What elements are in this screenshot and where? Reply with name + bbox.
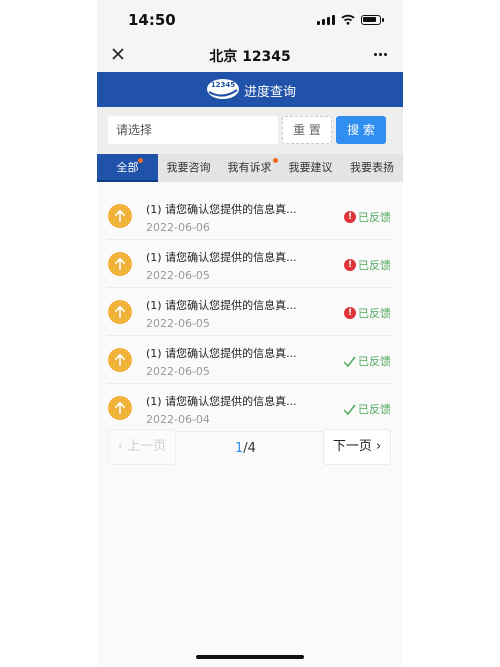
arrow-up-icon xyxy=(108,396,132,420)
notification-dot xyxy=(138,158,143,163)
logo-icon: 12345 xyxy=(207,79,239,99)
status-bar: 14:50 xyxy=(97,0,403,40)
tab-praise[interactable]: 我要表扬 xyxy=(341,154,403,182)
tab-suggest[interactable]: 我要建议 xyxy=(280,154,341,182)
tab-label: 我要表扬 xyxy=(350,161,394,174)
arrow-up-icon xyxy=(108,300,132,324)
status-icons xyxy=(317,14,384,25)
next-page-button[interactable]: 下一页 › xyxy=(323,429,391,465)
item-date: 2022-06-05 xyxy=(146,269,210,282)
page-title: 北京 12345 xyxy=(209,49,291,65)
category-tabs: 全部 我要咨询 我有诉求 我要建议 我要表扬 xyxy=(97,154,403,182)
banner-title: 进度查询 xyxy=(244,85,297,100)
check-icon xyxy=(343,356,356,367)
status-label: 已反馈 xyxy=(358,307,391,320)
status-badge: ! 已反馈 xyxy=(344,257,391,273)
phone-screen: 14:50 北京 12345 12345 进度查询 请选择 重 置 搜 索 全部… xyxy=(97,0,403,667)
notification-dot xyxy=(273,158,278,163)
status-badge: ! 已反馈 xyxy=(344,209,391,225)
tab-label: 我有诉求 xyxy=(227,161,272,174)
status-label: 已反馈 xyxy=(358,259,391,272)
item-title: (1) 请您确认您提供的信息真... xyxy=(146,347,297,360)
status-badge: 已反馈 xyxy=(343,353,391,369)
error-icon: ! xyxy=(344,259,356,271)
list-item[interactable]: (1) 请您确认您提供的信息真... 2022-06-05 ! 已反馈 xyxy=(107,240,393,288)
error-icon: ! xyxy=(344,211,356,223)
status-label: 已反馈 xyxy=(358,211,391,224)
list-item[interactable]: (1) 请您确认您提供的信息真... 2022-06-06 ! 已反馈 xyxy=(107,192,393,240)
prev-label: 上一页 xyxy=(127,439,167,454)
list-item[interactable]: (1) 请您确认您提供的信息真... 2022-06-05 ! 已反馈 xyxy=(107,288,393,336)
tab-appeal[interactable]: 我有诉求 xyxy=(219,154,280,182)
arrow-up-icon xyxy=(108,204,132,228)
battery-icon xyxy=(361,14,384,25)
banner: 12345 进度查询 xyxy=(97,72,403,107)
page-indicator: 1/4 xyxy=(235,441,256,456)
search-button[interactable]: 搜 索 xyxy=(336,116,386,144)
item-title: (1) 请您确认您提供的信息真... xyxy=(146,203,297,216)
list-item[interactable]: (1) 请您确认您提供的信息真... 2022-06-04 已反馈 xyxy=(107,384,393,432)
status-badge: 已反馈 xyxy=(343,401,391,417)
prev-page-button[interactable]: ‹ 上一页 xyxy=(108,429,176,465)
signal-icon xyxy=(317,14,335,25)
record-list: (1) 请您确认您提供的信息真... 2022-06-06 ! 已反馈 (1) 请… xyxy=(107,192,393,432)
item-date: 2022-06-05 xyxy=(146,317,210,330)
nav-bar: 北京 12345 xyxy=(97,40,403,72)
status-badge: ! 已反馈 xyxy=(344,305,391,321)
reset-button[interactable]: 重 置 xyxy=(282,116,332,144)
item-date: 2022-06-06 xyxy=(146,221,210,234)
item-date: 2022-06-04 xyxy=(146,413,210,426)
search-select[interactable]: 请选择 xyxy=(108,116,278,144)
check-icon xyxy=(343,404,356,415)
tab-label: 我要建议 xyxy=(288,161,333,174)
arrow-up-icon xyxy=(108,252,132,276)
arrow-up-icon xyxy=(108,348,132,372)
wifi-icon xyxy=(341,14,355,25)
tab-label: 我要咨询 xyxy=(166,161,211,174)
more-icon[interactable] xyxy=(374,53,387,56)
item-title: (1) 请您确认您提供的信息真... xyxy=(146,251,297,264)
status-label: 已反馈 xyxy=(358,355,391,368)
page-total: 4 xyxy=(247,441,256,456)
chevron-left-icon: ‹ xyxy=(117,439,124,454)
logo-text: 12345 xyxy=(211,81,235,89)
chevron-right-icon: › xyxy=(375,439,382,454)
status-label: 已反馈 xyxy=(358,403,391,416)
tab-label: 全部 xyxy=(116,161,139,174)
tab-all[interactable]: 全部 xyxy=(97,154,158,182)
home-indicator xyxy=(196,655,304,659)
tab-consult[interactable]: 我要咨询 xyxy=(158,154,219,182)
item-title: (1) 请您确认您提供的信息真... xyxy=(146,395,297,408)
status-time: 14:50 xyxy=(128,11,176,29)
next-label: 下一页 xyxy=(332,439,372,454)
pagination: ‹ 上一页 1/4 下一页 › xyxy=(107,427,393,469)
search-row: 请选择 重 置 搜 索 xyxy=(97,107,403,154)
list-item[interactable]: (1) 请您确认您提供的信息真... 2022-06-05 已反馈 xyxy=(107,336,393,384)
item-date: 2022-06-05 xyxy=(146,365,210,378)
item-title: (1) 请您确认您提供的信息真... xyxy=(146,299,297,312)
error-icon: ! xyxy=(344,307,356,319)
